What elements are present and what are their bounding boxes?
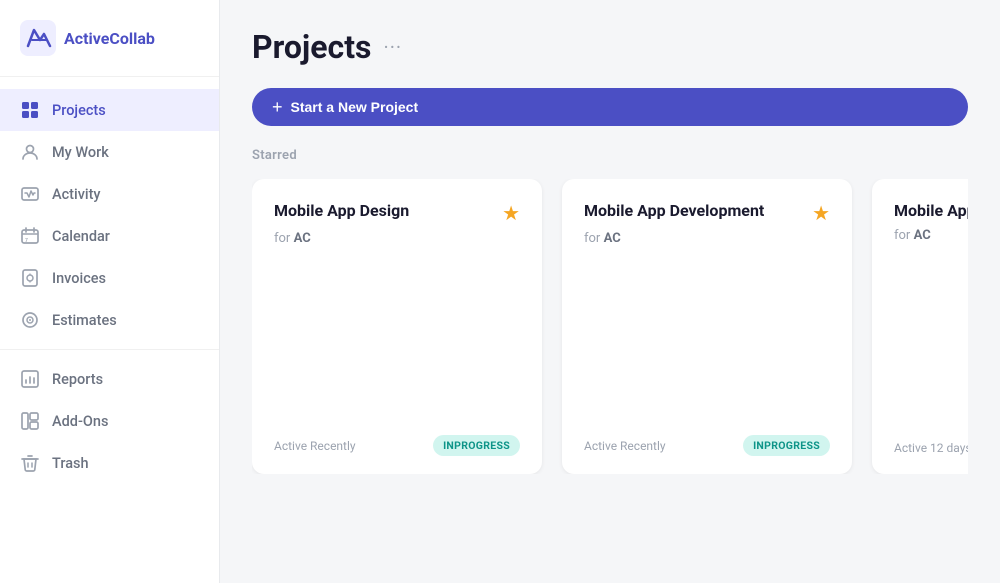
sidebar-item-label: Reports [52,371,103,388]
card-footer: Active Recently INPROGRESS [584,435,830,456]
page-title: Projects [252,28,371,66]
invoices-icon [20,268,40,288]
star-icon[interactable]: ★ [502,201,520,225]
sidebar-item-label: My Work [52,144,109,161]
sidebar-item-label: Projects [52,102,106,119]
status-badge: INPROGRESS [743,435,830,456]
card-title: Mobile App Design [274,201,409,222]
project-card-0[interactable]: Mobile App Design ★ for AC Active Recent… [252,179,542,474]
sidebar-item-label: Trash [52,455,89,472]
sidebar-item-calendar[interactable]: 7 Calendar [0,215,219,257]
more-options-icon[interactable]: ··· [383,35,402,59]
card-client: for AC [894,228,968,243]
card-activity: Active Recently [274,439,356,453]
main-content: Projects ··· + Start a New Project Starr… [220,0,1000,583]
reports-icon [20,369,40,389]
sidebar-item-label: Calendar [52,228,110,245]
status-badge: INPROGRESS [433,435,520,456]
main-header: Projects ··· [252,0,968,88]
card-title: Mobile App Development [584,201,764,222]
sidebar-logo: ActiveCollab [0,0,219,77]
project-card-1[interactable]: Mobile App Development ★ for AC Active R… [562,179,852,474]
sidebar-item-activity[interactable]: Activity [0,173,219,215]
sidebar-item-label: Invoices [52,270,106,287]
card-header: Mobile App Design ★ [274,201,520,225]
sidebar-nav: Projects My Work Activity [0,77,219,583]
svg-text:7: 7 [25,238,28,244]
sidebar-item-my-work[interactable]: My Work [0,131,219,173]
sidebar-item-label: Activity [52,186,101,203]
activity-icon [20,184,40,204]
project-card-2[interactable]: Mobile App M for AC Active 12 days ag [872,179,968,474]
projects-icon [20,100,40,120]
sidebar-item-label: Add-Ons [52,413,108,430]
card-client: for AC [274,231,520,246]
calendar-icon: 7 [20,226,40,246]
card-activity: Active Recently [584,439,666,453]
trash-icon [20,453,40,473]
card-footer: Active Recently INPROGRESS [274,435,520,456]
card-header: Mobile App M [894,201,968,222]
my-work-icon [20,142,40,162]
card-client: for AC [584,231,830,246]
sidebar-item-label: Estimates [52,312,117,329]
estimates-icon [20,310,40,330]
sidebar: ActiveCollab Projects My Wo [0,0,220,583]
add-ons-icon [20,411,40,431]
star-icon[interactable]: ★ [812,201,830,225]
card-header: Mobile App Development ★ [584,201,830,225]
sidebar-item-reports[interactable]: Reports [0,358,219,400]
starred-section-label: Starred [252,148,968,163]
activecollab-logo-icon [20,20,56,56]
plus-icon: + [272,98,283,116]
sidebar-item-trash[interactable]: Trash [0,442,219,484]
sidebar-item-projects[interactable]: Projects [0,89,219,131]
sidebar-item-add-ons[interactable]: Add-Ons [0,400,219,442]
new-project-label: Start a New Project [291,99,419,115]
app-name: ActiveCollab [64,29,155,48]
new-project-button[interactable]: + Start a New Project [252,88,968,126]
sidebar-item-invoices[interactable]: Invoices [0,257,219,299]
sidebar-item-estimates[interactable]: Estimates [0,299,219,341]
card-activity: Active 12 days ag [894,441,968,455]
card-footer: Active 12 days ag [894,437,968,456]
card-title: Mobile App M [894,201,968,222]
project-cards-row: Mobile App Design ★ for AC Active Recent… [252,179,968,474]
